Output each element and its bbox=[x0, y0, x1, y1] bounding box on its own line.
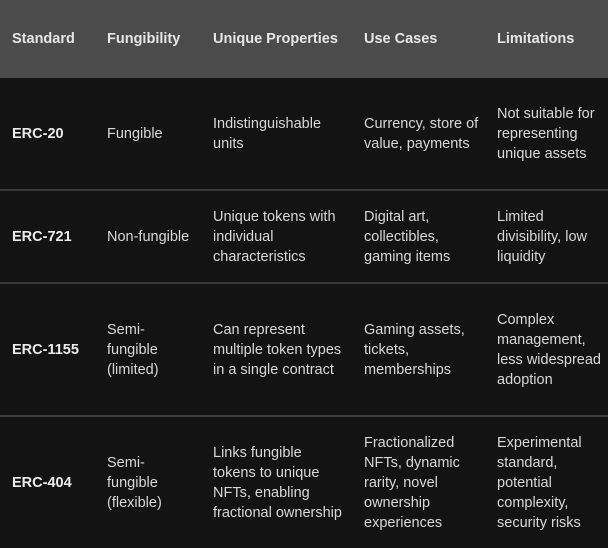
cell-use-cases: Currency, store of value, payments bbox=[364, 115, 479, 152]
cell-limitations: Complex management, less widespread adop… bbox=[497, 311, 601, 388]
cell-standard: ERC-404 bbox=[12, 474, 72, 491]
token-standards-table: Standard Fungibility Unique Properties U… bbox=[0, 0, 608, 548]
cell-standard: ERC-20 bbox=[12, 125, 64, 142]
cell-use-cases: Gaming assets, tickets, memberships bbox=[364, 321, 465, 378]
table-row: ERC-721 Non-fungible Unique tokens with … bbox=[0, 190, 608, 283]
cell-unique-properties: Can represent multiple token types in a … bbox=[213, 321, 342, 378]
header-fungibility: Fungibility bbox=[107, 31, 181, 47]
header-limitations: Limitations bbox=[497, 31, 575, 47]
cell-limitations: Experimental standard, potential complex… bbox=[497, 434, 582, 531]
cell-limitations: Limited divisibility, low liquidity bbox=[497, 208, 587, 265]
table-body: ERC-20 Fungible Indistinguishable units … bbox=[0, 78, 608, 548]
header-standard: Standard bbox=[12, 31, 75, 47]
cell-unique-properties: Indistinguishable units bbox=[213, 115, 322, 152]
table-row: ERC-20 Fungible Indistinguishable units … bbox=[0, 78, 608, 190]
cell-standard: ERC-1155 bbox=[12, 341, 79, 358]
table-row: ERC-1155 Semi-fungible (limited) Can rep… bbox=[0, 283, 608, 416]
header-unique-properties: Unique Properties bbox=[213, 31, 338, 47]
table-row: ERC-404 Semi-fungible (flexible) Links f… bbox=[0, 416, 608, 548]
header-use-cases: Use Cases bbox=[364, 31, 438, 47]
header-row: Standard Fungibility Unique Properties U… bbox=[0, 0, 608, 78]
cell-fungibility: Non-fungible bbox=[107, 228, 190, 245]
cell-use-cases: Digital art, collectibles, gaming items bbox=[364, 208, 451, 265]
cell-fungibility: Semi-fungible (flexible) bbox=[107, 454, 162, 511]
cell-fungibility: Semi-fungible (limited) bbox=[107, 321, 159, 378]
cell-fungibility: Fungible bbox=[107, 125, 163, 142]
cell-limitations: Not suitable for representing unique ass… bbox=[497, 105, 595, 162]
table-header: Standard Fungibility Unique Properties U… bbox=[0, 0, 608, 78]
cell-standard: ERC-721 bbox=[12, 228, 72, 245]
cell-use-cases: Fractionalized NFTs, dynamic rarity, nov… bbox=[364, 434, 460, 531]
cell-unique-properties: Links fungible tokens to unique NFTs, en… bbox=[213, 444, 342, 521]
cell-unique-properties: Unique tokens with individual characteri… bbox=[213, 208, 336, 265]
